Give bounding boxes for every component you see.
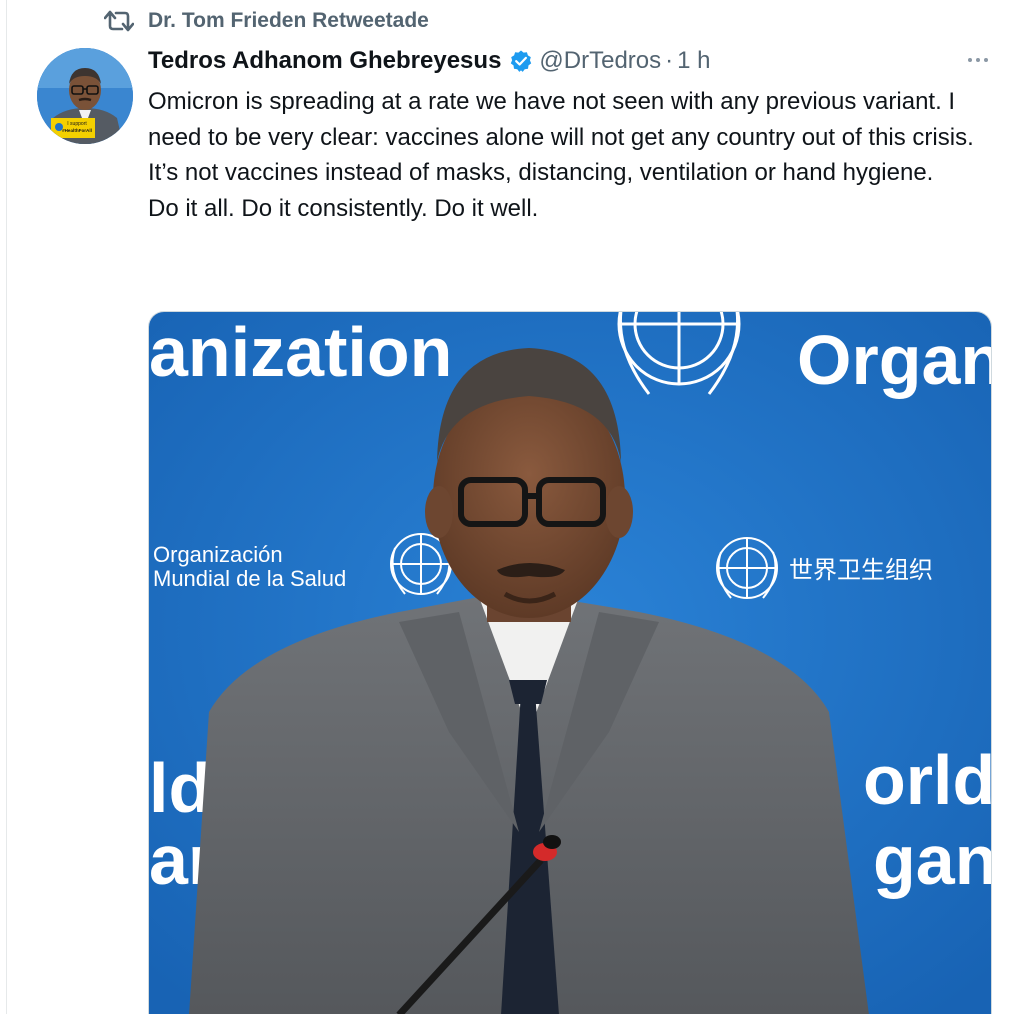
backdrop-word-top-left: anization bbox=[149, 313, 452, 391]
author-handle[interactable]: @DrTedros bbox=[539, 47, 661, 75]
backdrop-word-lower-right-2: gani bbox=[873, 821, 992, 899]
separator-dot: · bbox=[665, 47, 674, 74]
who-emblem-right-icon bbox=[716, 537, 778, 599]
press-conference-photo: anization Organ Organización Mundial de … bbox=[149, 312, 992, 1014]
avatar-badge-line1: I support bbox=[67, 121, 87, 127]
more-options-icon[interactable] bbox=[962, 50, 994, 70]
tweet-media-image[interactable]: anization Organ Organización Mundial de … bbox=[148, 311, 992, 1014]
backdrop-chinese: 世界卫生组织 bbox=[789, 556, 933, 584]
retweet-label: Dr. Tom Frieden Retweetade bbox=[148, 9, 429, 32]
tweet-header: Tedros Adhanom Ghebreyesus @DrTedros · 1… bbox=[148, 44, 711, 78]
tweet-text-paragraph-2: It’s not vaccines instead of masks, dist… bbox=[148, 159, 934, 187]
avatar-photo: I support #HealthForAll bbox=[37, 48, 133, 144]
retweet-context[interactable]: Dr. Tom Frieden Retweetade bbox=[104, 6, 429, 36]
tweet-timestamp[interactable]: 1 h bbox=[677, 47, 710, 75]
tweet-text-paragraph-3: Do it all. Do it consistently. Do it wel… bbox=[148, 194, 539, 222]
avatar-badge-line2: #HealthForAll bbox=[62, 128, 92, 133]
avatar[interactable]: I support #HealthForAll bbox=[37, 48, 133, 144]
backdrop-word-lower-right-1: orld bbox=[863, 741, 992, 819]
tweet-text: Omicron is spreading at a rate we have n… bbox=[148, 84, 998, 226]
author-name[interactable]: Tedros Adhanom Ghebreyesus bbox=[148, 47, 501, 75]
backdrop-spanish-line1: Organización bbox=[153, 542, 283, 567]
retweet-icon bbox=[104, 10, 134, 32]
tweet-page: Dr. Tom Frieden Retweetade I support #He… bbox=[0, 0, 1024, 1014]
tweet-text-paragraph-1: Omicron is spreading at a rate we have n… bbox=[148, 88, 974, 151]
backdrop-word-top-right: Organ bbox=[797, 321, 992, 399]
timeline-divider bbox=[6, 0, 7, 1014]
verified-badge-icon bbox=[511, 50, 532, 72]
backdrop-spanish-line2: Mundial de la Salud bbox=[153, 566, 346, 591]
